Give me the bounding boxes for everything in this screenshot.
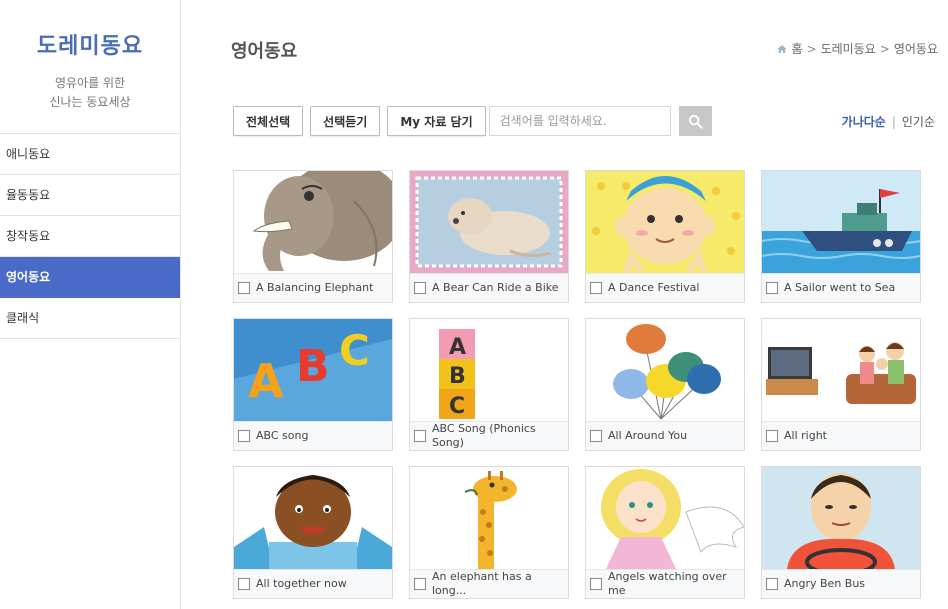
song-checkbox[interactable] [238, 430, 250, 442]
svg-text:C: C [449, 394, 465, 419]
breadcrumb-home[interactable]: 홈 [791, 40, 802, 57]
brand-block: 도레미동요 영유아를 위한 신나는 동요세상 [0, 0, 180, 134]
listen-selected-button[interactable]: 선택듣기 [310, 106, 381, 136]
brand-subtitle-line1: 영유아를 위한 [54, 76, 126, 90]
sidebar-item-changjak[interactable]: 창작동요 [0, 216, 180, 257]
song-title[interactable]: All together now [256, 577, 347, 591]
select-all-button[interactable]: 전체선택 [233, 106, 304, 136]
song-card[interactable]: A B C ABC song [233, 318, 393, 451]
song-checkbox[interactable] [766, 578, 778, 590]
sidebar-item-yuldong[interactable]: 율동동요 [0, 175, 180, 216]
song-title[interactable]: An elephant has a long... [432, 570, 564, 598]
song-caption: A Balancing Elephant [234, 273, 392, 302]
song-caption: Angry Ben Bus [762, 569, 920, 598]
sidebar-item-english[interactable]: 영어동요 [0, 257, 180, 298]
brand-subtitle-line2: 신나는 동요세상 [49, 95, 131, 109]
add-to-my-list-button[interactable]: My 자료 담기 [387, 106, 486, 136]
thumbnail-family-tv[interactable] [762, 319, 920, 421]
song-card[interactable]: A Balancing Elephant [233, 170, 393, 303]
song-title[interactable]: A Dance Festival [608, 281, 699, 295]
thumbnail-kid[interactable] [234, 467, 392, 569]
song-caption: All Around You [586, 421, 744, 450]
thumbnail-bus-driver[interactable] [762, 467, 920, 569]
thumbnail-bear[interactable] [410, 171, 568, 273]
brand-subtitle: 영유아를 위한 신나는 동요세상 [0, 74, 180, 112]
song-caption: A Bear Can Ride a Bike [410, 273, 568, 302]
song-caption: Angels watching over me [586, 569, 744, 598]
breadcrumb: 홈 > 도레미동요 > 영어동요 [777, 40, 938, 57]
thumbnail-elephant[interactable] [234, 171, 392, 273]
song-card[interactable]: All Around You [585, 318, 745, 451]
sort-divider: | [891, 114, 896, 129]
sort-popular[interactable]: 인기순 [902, 113, 935, 130]
sidebar-item-classic[interactable]: 클래식 [0, 298, 180, 339]
sort-options: 가나다순 | 인기순 [842, 113, 935, 130]
thumbnail-abc-letters[interactable]: A B C [234, 319, 392, 421]
song-checkbox[interactable] [590, 578, 602, 590]
song-caption: A Sailor went to Sea [762, 273, 920, 302]
svg-text:A: A [449, 335, 466, 360]
search-input[interactable] [488, 106, 671, 136]
brand-title[interactable]: 도레미동요 [0, 0, 180, 60]
song-title[interactable]: Angels watching over me [608, 570, 740, 598]
svg-text:B: B [449, 364, 466, 389]
song-checkbox[interactable] [590, 282, 602, 294]
song-caption: All together now [234, 569, 392, 598]
song-card[interactable]: Angry Ben Bus [761, 466, 921, 599]
song-caption: A Dance Festival [586, 273, 744, 302]
song-card[interactable]: An elephant has a long... [409, 466, 569, 599]
song-card[interactable]: A Sailor went to Sea [761, 170, 921, 303]
song-title[interactable]: Angry Ben Bus [784, 577, 865, 591]
thumbnail-abc-blocks[interactable]: A B C [410, 319, 568, 421]
song-title[interactable]: A Bear Can Ride a Bike [432, 281, 559, 295]
song-card[interactable]: Angels watching over me [585, 466, 745, 599]
song-checkbox[interactable] [590, 430, 602, 442]
song-caption: All right [762, 421, 920, 450]
song-checkbox[interactable] [766, 282, 778, 294]
search-button[interactable] [678, 106, 712, 136]
song-caption: ABC Song (Phonics Song) [410, 421, 568, 450]
page-title: 영어동요 [231, 41, 298, 62]
song-checkbox[interactable] [238, 578, 250, 590]
song-card[interactable]: All right [761, 318, 921, 451]
home-icon[interactable] [777, 44, 787, 54]
song-title[interactable]: A Balancing Elephant [256, 281, 373, 295]
song-checkbox[interactable] [414, 578, 426, 590]
thumbnail-balloons[interactable] [586, 319, 744, 421]
song-title[interactable]: ABC song [256, 429, 308, 443]
thumbnail-boy[interactable] [586, 171, 744, 273]
thumbnail-ship[interactable] [762, 171, 920, 273]
song-caption: An elephant has a long... [410, 569, 568, 598]
svg-text:A: A [248, 354, 284, 408]
song-checkbox[interactable] [414, 430, 426, 442]
song-checkbox[interactable] [238, 282, 250, 294]
thumbnail-angel[interactable] [586, 467, 744, 569]
song-card[interactable]: All together now [233, 466, 393, 599]
svg-text:C: C [339, 326, 370, 375]
breadcrumb-level2[interactable]: 영어동요 [894, 40, 938, 57]
song-title[interactable]: All right [784, 429, 827, 443]
sort-alphabetical[interactable]: 가나다순 [842, 113, 886, 130]
song-grid: A Balancing Elephant A Bear Can Ride a B… [233, 170, 923, 599]
song-caption: ABC song [234, 421, 392, 450]
song-title[interactable]: All Around You [608, 429, 687, 443]
song-card[interactable]: A B C ABC Song (Phonics Song) [409, 318, 569, 451]
song-checkbox[interactable] [414, 282, 426, 294]
song-title[interactable]: ABC Song (Phonics Song) [432, 422, 564, 450]
song-card[interactable]: A Bear Can Ride a Bike [409, 170, 569, 303]
breadcrumb-level1[interactable]: 도레미동요 [821, 40, 876, 57]
breadcrumb-separator: > [879, 41, 890, 56]
song-title[interactable]: A Sailor went to Sea [784, 281, 895, 295]
breadcrumb-separator: > [806, 41, 817, 56]
sidebar-item-ani[interactable]: 애니동요 [0, 134, 180, 175]
sidebar: 도레미동요 영유아를 위한 신나는 동요세상 애니동요 율동동요 창작동요 영어… [0, 0, 181, 609]
svg-text:B: B [296, 341, 330, 392]
song-card[interactable]: A Dance Festival [585, 170, 745, 303]
search-icon [688, 114, 703, 129]
song-checkbox[interactable] [766, 430, 778, 442]
toolbar: 전체선택 선택듣기 My 자료 담기 [233, 106, 712, 136]
thumbnail-giraffe[interactable] [410, 467, 568, 569]
